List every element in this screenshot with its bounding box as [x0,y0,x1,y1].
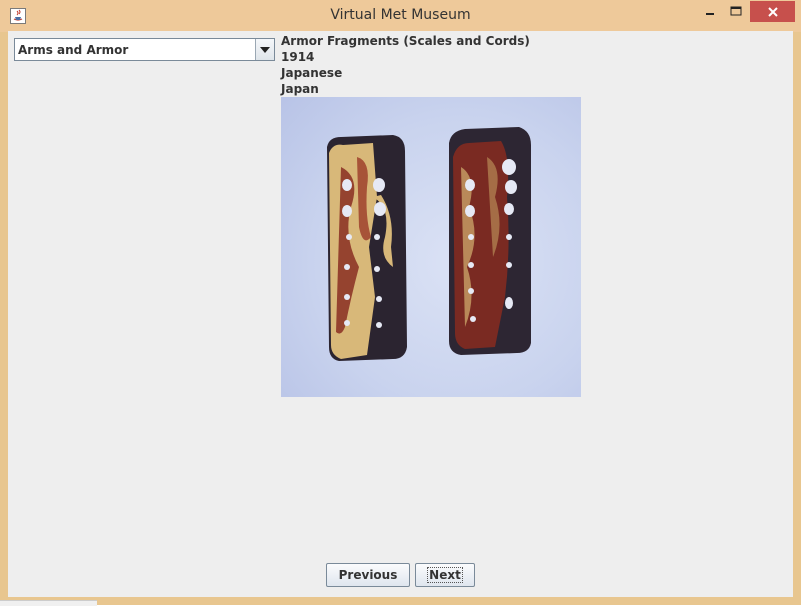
window-bottom-border [0,597,801,605]
background-window-edge [0,600,97,606]
close-icon [767,6,778,17]
artwork-culture: Japanese [281,66,343,80]
minimize-button[interactable] [697,1,723,21]
content-panel: Arms and Armor Armor Fragments (Scales a… [8,31,793,597]
close-button[interactable] [750,1,795,22]
department-dropdown[interactable]: Arms and Armor [14,38,275,61]
department-dropdown-value: Arms and Armor [18,43,129,57]
app-window: Virtual Met Museum Arms and Armor Armor … [0,0,801,606]
maximize-icon [730,6,742,16]
title-bar[interactable]: Virtual Met Museum [0,0,801,32]
minimize-icon [706,13,714,15]
next-button[interactable]: Next [415,563,475,587]
window-title: Virtual Met Museum [330,7,471,23]
previous-button[interactable]: Previous [326,563,410,587]
artwork-image [281,97,581,397]
maximize-button[interactable] [723,1,749,21]
next-button-label: Next [427,567,463,583]
artwork-country: Japan [281,82,319,96]
armor-scale-right [449,127,531,355]
chevron-down-icon [260,46,270,53]
artwork-title: Armor Fragments (Scales and Cords) [281,34,530,48]
artwork-date: 1914 [281,50,315,64]
previous-button-label: Previous [338,568,398,582]
armor-scale-left [327,135,407,361]
dropdown-arrow-button[interactable] [255,39,274,60]
